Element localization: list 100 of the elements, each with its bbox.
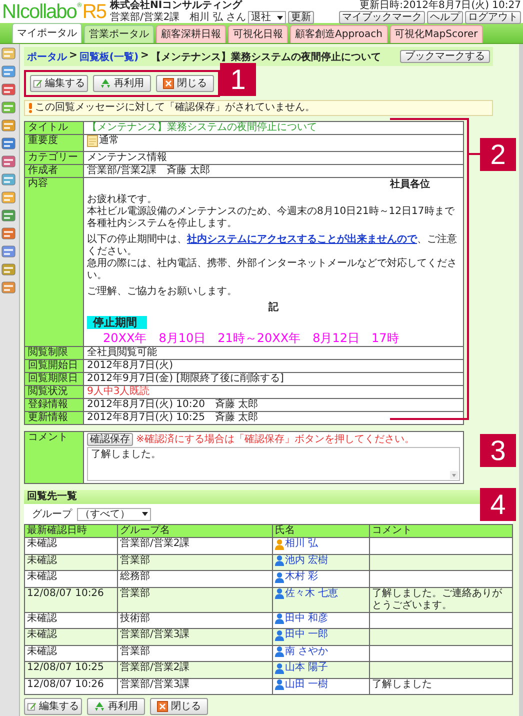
breadcrumb-separator: > xyxy=(69,50,78,62)
toolbar-button[interactable]: 再利用 xyxy=(87,698,145,715)
caret-icon xyxy=(277,16,284,20)
column-header: グループ名 xyxy=(118,524,272,538)
callout-number: 1 xyxy=(220,63,256,96)
table-cell: 未確認 xyxy=(24,538,118,554)
comment-textarea[interactable]: 了解しました。 xyxy=(87,447,460,481)
toolbar-button[interactable]: 編集する xyxy=(30,75,88,92)
field-label: カテゴリー xyxy=(24,152,84,164)
update-button[interactable]: 更新 xyxy=(288,11,314,24)
tab[interactable]: マイポータル xyxy=(12,23,82,43)
close-icon xyxy=(163,78,174,89)
table-cell: 総務部 xyxy=(118,570,272,587)
header-button[interactable]: マイブックマーク xyxy=(339,11,425,24)
field-label: 回覧開始日 xyxy=(24,360,84,372)
close-icon xyxy=(157,701,168,712)
callout-number: 3 xyxy=(480,434,516,467)
field-label: 回覧期限日 xyxy=(24,372,84,386)
toolbar-button[interactable]: 再利用 xyxy=(93,75,151,92)
field-value: 2012年9月7日(金) [期限終了後に削除する] xyxy=(87,373,284,384)
bookmark-button[interactable]: ブックマークする xyxy=(400,50,490,63)
instruction-text: ※確認済にする場合は「確認保存」ボタンを押してください。 xyxy=(136,434,414,446)
app-icon[interactable] xyxy=(1,82,16,97)
breadcrumb-current: 【メンテナンス】業務システムの夜間停止について xyxy=(150,50,381,64)
table-cell: 未確認 xyxy=(24,554,118,570)
recycle-icon xyxy=(100,78,111,89)
table-cell: 12/08/07 10:25 xyxy=(24,662,118,678)
field-label: 作成者 xyxy=(24,164,84,178)
app-icon[interactable] xyxy=(1,46,16,61)
field-label: コメント xyxy=(24,432,84,484)
logo-suffix: R5 xyxy=(82,2,106,22)
table-cell: 12/08/07 10:26 xyxy=(24,678,118,694)
scroll-arrow-icon[interactable] xyxy=(450,471,458,479)
callout-number: 2 xyxy=(480,138,516,171)
header-button[interactable]: ヘルプ xyxy=(427,11,463,24)
field-value: 2012年8月7日(火) 10:20 斉藤 太郎 xyxy=(87,399,258,410)
column-header: コメント xyxy=(370,524,512,538)
tab[interactable]: 可視化日報 xyxy=(228,25,288,43)
table-cell: 営業部 xyxy=(118,587,272,612)
field-label: 内容 xyxy=(24,178,84,346)
app-icon[interactable] xyxy=(1,118,16,133)
toolbar-button[interactable]: 編集する xyxy=(24,698,82,715)
table-cell: 了解しました。ご連絡ありがとうございます。 xyxy=(372,588,502,610)
table-cell: 未確認 xyxy=(24,570,118,587)
header-button[interactable]: ログアウト xyxy=(465,11,521,24)
table-cell: 営業部/営業2課 xyxy=(118,662,272,678)
breadcrumb-link[interactable]: 回覧板(一覧) xyxy=(79,50,139,64)
notice-text: この回覧メッセージに対して「確認保存」がされていません。 xyxy=(35,102,315,114)
field-value: メンテナンス情報 xyxy=(87,152,167,163)
app-icon[interactable] xyxy=(1,172,16,187)
app-icon[interactable] xyxy=(1,100,16,115)
table-cell: 営業部/営業3課 xyxy=(118,678,272,694)
field-value: 【メンテナンス】業務システムの夜間停止について xyxy=(87,122,317,133)
field-value: 営業部/営業2課 斉藤 太郎 xyxy=(87,165,210,176)
table-cell: 営業部/営業2課 xyxy=(118,538,272,554)
app-icon[interactable] xyxy=(1,262,16,277)
recycle-icon xyxy=(94,701,105,712)
group-select[interactable]: （すべて） xyxy=(77,508,151,520)
section-title: 回覧先一覧 xyxy=(27,491,77,502)
app-icon[interactable] xyxy=(1,190,16,205)
app-icon[interactable] xyxy=(1,226,16,241)
field-label: 更新情報 xyxy=(24,412,84,424)
confirm-save-button[interactable]: 確認保存 xyxy=(87,433,133,446)
table-cell: 営業部 xyxy=(118,554,272,570)
tab[interactable]: 営業ポータル xyxy=(84,25,154,43)
note-icon xyxy=(87,135,98,147)
status-select[interactable]: 退社 xyxy=(248,11,286,24)
pencil-icon xyxy=(33,78,42,89)
table-cell: 12/08/07 10:26 xyxy=(24,587,118,612)
field-value: 通常 xyxy=(99,135,119,147)
table-cell: 未確認 xyxy=(24,628,118,645)
tab[interactable]: 可視化MapScorer xyxy=(390,25,483,43)
callout-number: 4 xyxy=(480,488,516,521)
warning-icon xyxy=(28,103,33,113)
group-label: グループ xyxy=(32,508,72,521)
field-label: タイトル xyxy=(24,122,84,134)
tab[interactable]: 顧客深耕日報 xyxy=(156,25,226,43)
app-icon[interactable] xyxy=(1,244,16,259)
table-cell: 了解しました xyxy=(372,678,432,690)
field-label: 閲覧制限 xyxy=(24,346,84,360)
app-icon[interactable] xyxy=(1,136,16,151)
toolbar-button[interactable]: 閉じる xyxy=(156,75,214,92)
column-header: 氏名 xyxy=(272,524,370,538)
field-value: 2012年8月7日(火) xyxy=(87,360,173,371)
table-cell: 営業部/営業3課 xyxy=(118,628,272,645)
field-label: 登録情報 xyxy=(24,398,84,412)
toolbar-button[interactable]: 閉じる xyxy=(150,698,208,715)
breadcrumb-link[interactable]: ポータル xyxy=(27,50,67,64)
app-icon[interactable] xyxy=(1,208,16,223)
app-icon[interactable] xyxy=(1,154,16,169)
app-icon[interactable] xyxy=(1,280,16,295)
field-value: 全社員閲覧可能 xyxy=(87,347,157,358)
field-value: 2012年8月7日(火) 10:25 斉藤 太郎 xyxy=(87,412,258,423)
column-header: 最新確認日時 xyxy=(24,524,118,538)
app-icon[interactable] xyxy=(1,64,16,79)
logo-text: NIcollabo xyxy=(2,2,76,22)
field-label: 重要度 xyxy=(24,134,84,152)
tab[interactable]: 顧客創造Approach xyxy=(290,25,388,43)
user-name: 営業部/営業2課 相川 弘 さん xyxy=(110,12,246,24)
message-body: 社員各位 お疲れ様です。 本社ビル電源設備のメンテナンスのため、今週末の8月10日21時～12日17時まで 各種社内システムを停止します。 以下の停止期間中は、社内システムにアクセスすることが出来ませんので、ご注意ください。 急用の際には、社内電話、携帯、外部インターネットメールなどで対応してください。 ご理解、ご協力をお願いします。 記 停止期間 20XX年 8月10日 21時～20XX年 8月12日 17時 xyxy=(84,178,464,346)
